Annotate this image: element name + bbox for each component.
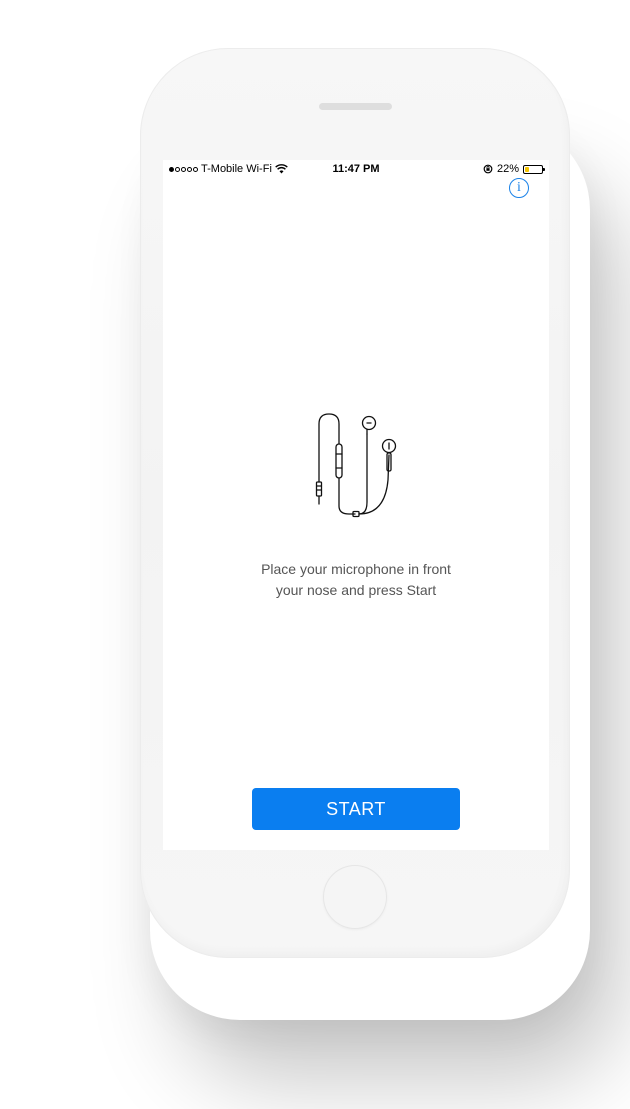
start-button[interactable]: START [252, 788, 460, 830]
instruction-text: Place your microphone in front your nose… [223, 559, 489, 601]
battery-level [525, 166, 529, 172]
instruction-line-2: your nose and press Start [275, 582, 437, 598]
instruction-line-1: Place your microphone in front [261, 561, 451, 577]
battery-percent: 22% [496, 163, 519, 175]
status-bar: T-Mobile Wi-Fi 11:47 PM 22% [163, 160, 549, 180]
info-button[interactable]: i [509, 178, 529, 198]
app-screen: T-Mobile Wi-Fi 11:47 PM 22% i Place your… [163, 160, 549, 850]
home-button[interactable] [323, 865, 387, 929]
orientation-lock-icon [483, 164, 493, 174]
earphones-icon [315, 413, 397, 518]
battery-icon [523, 164, 545, 174]
stage: T-Mobile Wi-Fi 11:47 PM 22% i Place your… [0, 0, 630, 1109]
battery-tip [543, 167, 545, 171]
earpiece-speaker [319, 103, 392, 110]
status-right: 22% [483, 163, 545, 175]
